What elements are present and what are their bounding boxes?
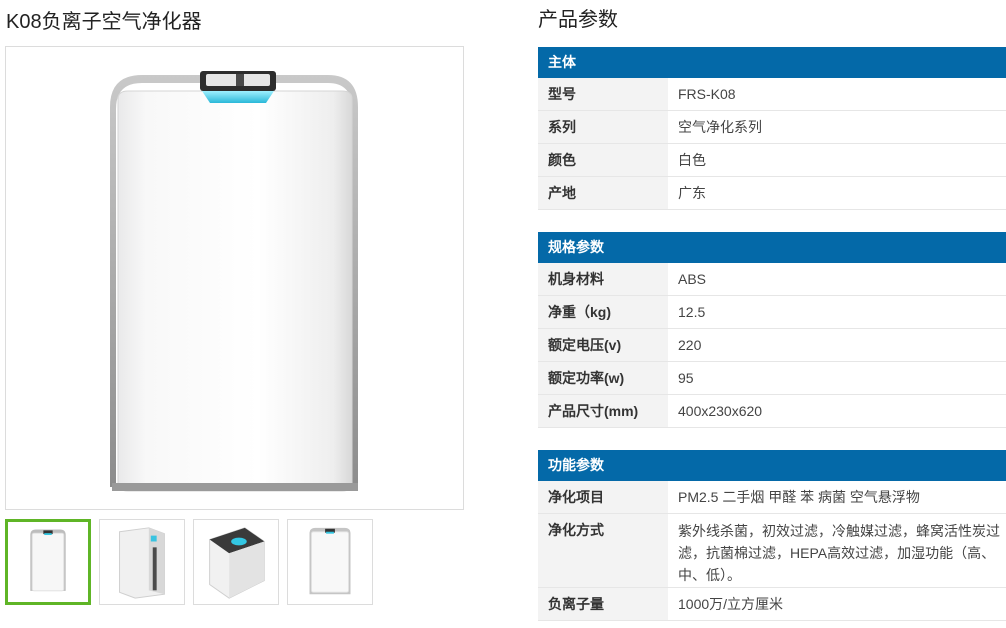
spec-row: 净化项目 PM2.5 二手烟 甲醛 苯 病菌 空气悬浮物 [538, 481, 1006, 514]
spec-key: 净化方式 [538, 514, 668, 587]
spec-value: 紫外线杀菌，初效过滤，冷触媒过滤，蜂窝活性炭过滤，抗菌棉过滤，HEPA高效过滤，… [678, 523, 1000, 583]
spec-row: 颜色 白色 [538, 144, 1006, 177]
spec-value: 220 [678, 337, 702, 353]
air-purifier-illustration [110, 71, 358, 492]
spec-row: 产地 广东 [538, 177, 1006, 210]
spec-key: 产地 [538, 177, 668, 209]
spec-row: 系列 空气净化系列 [538, 111, 1006, 144]
purifier-thumb-icon [209, 527, 265, 599]
spec-key: 净化项目 [538, 481, 668, 513]
main-product-image [5, 46, 464, 510]
spec-value: 400x230x620 [678, 403, 763, 419]
spec-key: 额定电压(v) [538, 329, 668, 361]
spec-value: 1000万/立方厘米 [678, 596, 784, 612]
spec-row: 额定功率(w) 95 [538, 362, 1006, 395]
spec-key: 型号 [538, 78, 668, 110]
product-title: K08负离子空气净化器 [6, 11, 202, 33]
purifier-thumb-icon [309, 527, 351, 595]
spec-section-main: 主体 型号 FRS-K08 系列 空气净化系列 颜色 白色 产地 广东 [538, 47, 1006, 210]
spec-section-features: 功能参数 净化项目 PM2.5 二手烟 甲醛 苯 病菌 空气悬浮物 净化方式 紫… [538, 450, 1006, 621]
spec-key: 净重（kg) [538, 296, 668, 328]
params-title: 产品参数 [538, 9, 618, 31]
section-header: 功能参数 [538, 450, 1006, 481]
spec-key: 系列 [538, 111, 668, 143]
spec-value: FRS-K08 [678, 86, 736, 102]
spec-value: 空气净化系列 [678, 119, 762, 135]
thumbnail-front[interactable] [5, 519, 91, 605]
section-header: 主体 [538, 47, 1006, 78]
spec-key: 负离子量 [538, 588, 668, 620]
purifier-thumb-icon [30, 529, 66, 592]
spec-key: 颜色 [538, 144, 668, 176]
spec-key: 额定功率(w) [538, 362, 668, 394]
spec-value: ABS [678, 271, 707, 287]
spec-row: 产品尺寸(mm) 400x230x620 [538, 395, 1006, 428]
spec-key: 机身材料 [538, 263, 668, 295]
spec-row: 机身材料 ABS [538, 263, 1006, 296]
spec-row: 额定电压(v) 220 [538, 329, 1006, 362]
purifier-thumb-icon [119, 527, 165, 599]
thumbnail-front-2[interactable] [287, 519, 373, 605]
spec-key: 产品尺寸(mm) [538, 395, 668, 427]
spec-row: 型号 FRS-K08 [538, 78, 1006, 111]
spec-value: PM2.5 二手烟 甲醛 苯 病菌 空气悬浮物 [678, 489, 920, 505]
spec-value: 白色 [678, 152, 706, 168]
thumbnail-side[interactable] [99, 519, 185, 605]
spec-value: 95 [678, 370, 694, 386]
spec-value: 广东 [678, 185, 706, 201]
spec-row: 负离子量 1000万/立方厘米 [538, 588, 1006, 621]
spec-section-specs: 规格参数 机身材料 ABS 净重（kg) 12.5 额定电压(v) 220 额定… [538, 232, 1006, 428]
spec-value: 12.5 [678, 304, 706, 320]
thumbnail-top[interactable] [193, 519, 279, 605]
spec-row: 净重（kg) 12.5 [538, 296, 1006, 329]
section-header: 规格参数 [538, 232, 1006, 263]
spec-row: 净化方式 紫外线杀菌，初效过滤，冷触媒过滤，蜂窝活性炭过滤，抗菌棉过滤，HEPA… [538, 514, 1006, 588]
